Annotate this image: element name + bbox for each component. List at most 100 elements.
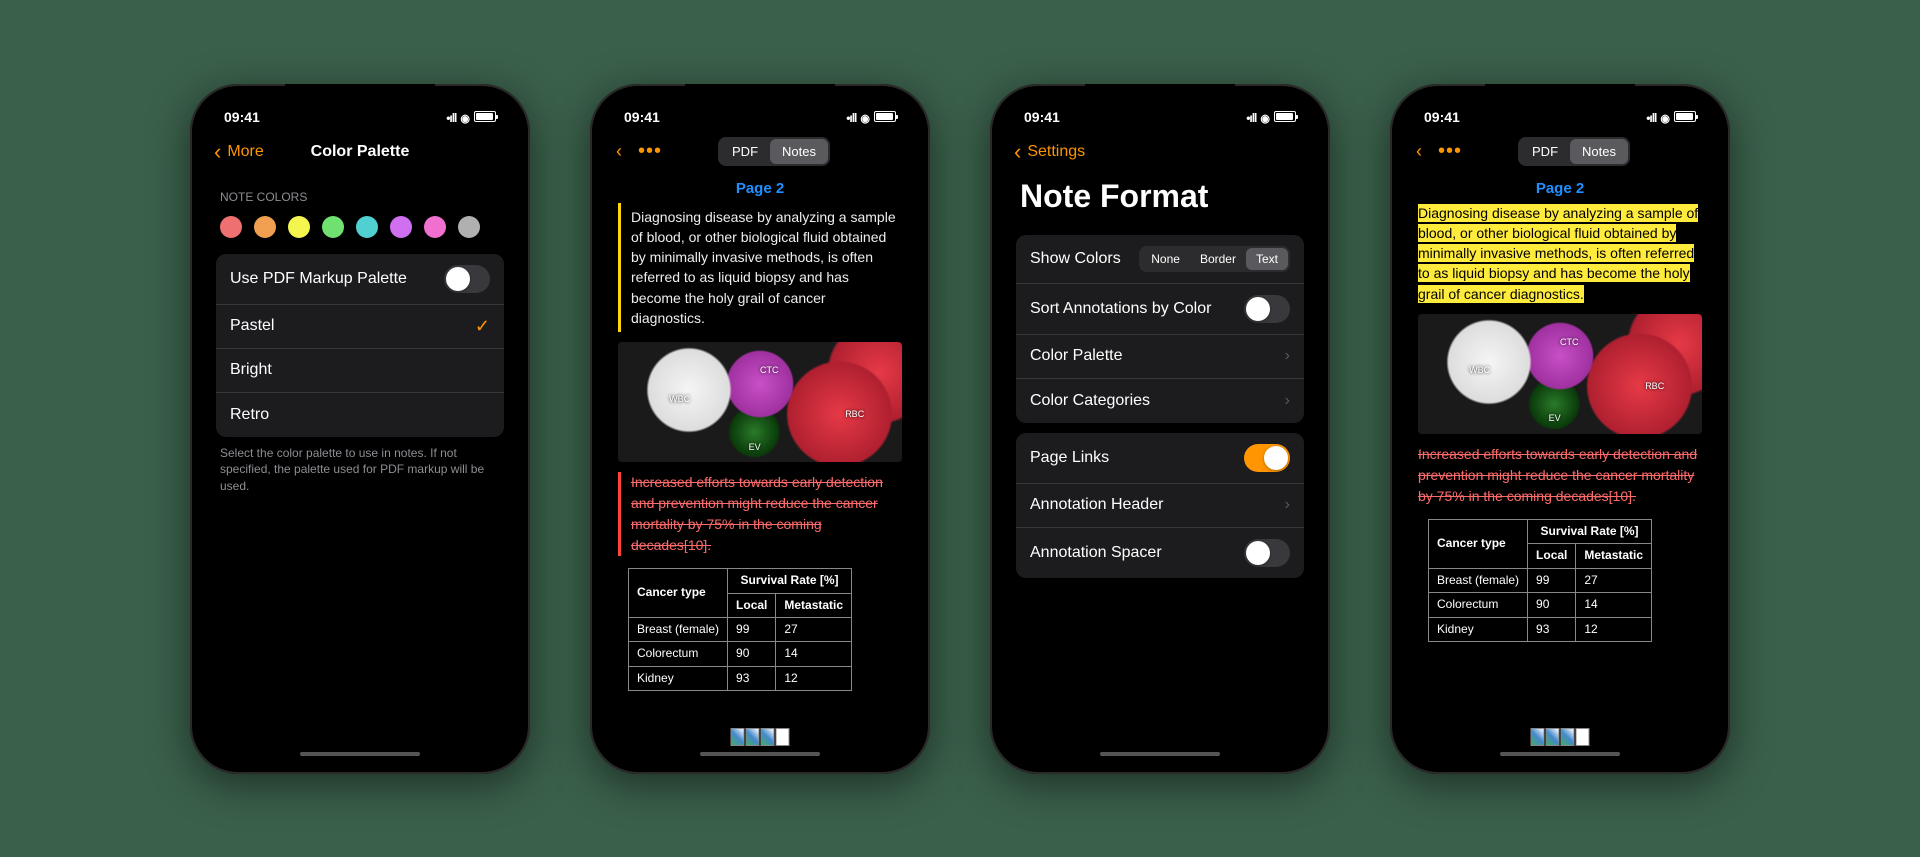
home-indicator[interactable] (1500, 752, 1620, 756)
page-thumbnails[interactable] (1531, 728, 1590, 746)
segment-notes[interactable]: Notes (1570, 139, 1628, 164)
toggle-sort[interactable] (1244, 295, 1290, 323)
phone-color-palette: 09:41 ‹ More Color Palette NOTE COLORS (190, 84, 530, 774)
strikeout-annotation[interactable]: Increased efforts towards early detectio… (618, 472, 902, 556)
cell-color-categories[interactable]: Color Categories › (1016, 379, 1304, 423)
cell-color-palette[interactable]: Color Palette › (1016, 335, 1304, 379)
cell-page-links[interactable]: Page Links (1016, 433, 1304, 484)
home-indicator[interactable] (1100, 752, 1220, 756)
seg-none[interactable]: None (1141, 248, 1190, 270)
highlight-annotation-border[interactable]: Diagnosing disease by analyzing a sample… (618, 203, 902, 333)
cell-label: Show Colors (1030, 250, 1121, 268)
img-label-ctc: CTC (760, 364, 779, 377)
th-survival: Survival Rate [%] (728, 569, 852, 593)
status-time: 09:41 (224, 109, 260, 125)
note-body: Diagnosing disease by analyzing a sample… (602, 203, 918, 692)
nav-bar: ‹ More Color Palette (202, 130, 518, 174)
page-thumbnails[interactable] (731, 728, 790, 746)
img-label-wbc: WBC (669, 393, 690, 406)
swatch-pink[interactable] (424, 216, 446, 238)
more-icon[interactable]: ••• (638, 140, 662, 163)
cell-annotation-header[interactable]: Annotation Header › (1016, 484, 1304, 528)
color-settings-group: Show Colors None Border Text Sort Annota… (1016, 235, 1304, 423)
cell-retro[interactable]: Retro (216, 393, 504, 437)
img-label-rbc: RBC (845, 408, 864, 421)
view-segment[interactable]: PDF Notes (718, 137, 830, 166)
back-chevron-icon[interactable]: ‹ (1416, 141, 1422, 162)
home-indicator[interactable] (700, 752, 820, 756)
view-segment[interactable]: PDF Notes (1518, 137, 1630, 166)
phone-note-format: 09:41 ‹ Settings Note Format Show Colors… (990, 84, 1330, 774)
note-body: Diagnosing disease by analyzing a sample… (1402, 203, 1718, 642)
toggle-use-markup[interactable] (444, 265, 490, 293)
chevron-right-icon: › (1285, 347, 1290, 365)
table-row: Breast (female)9927 (629, 618, 852, 642)
swatch-yellow[interactable] (288, 216, 310, 238)
show-colors-segment[interactable]: None Border Text (1139, 246, 1290, 272)
page-link[interactable]: Page 2 (602, 174, 918, 203)
figure-image[interactable]: WBC CTC RBC EV (1418, 314, 1702, 434)
back-button[interactable]: Settings (1027, 143, 1085, 161)
wifi-icon (1660, 109, 1670, 125)
strikeout-text: Increased efforts towards early detectio… (1418, 444, 1702, 507)
table-row: Kidney9312 (629, 666, 852, 690)
cell-label: Page Links (1030, 449, 1109, 467)
chevron-right-icon: › (1285, 392, 1290, 410)
cell-label: Color Categories (1030, 392, 1150, 410)
back-chevron-icon[interactable]: ‹ (214, 139, 221, 165)
wifi-icon (1260, 109, 1270, 125)
strikeout-annotation[interactable]: Increased efforts towards early detectio… (1418, 444, 1702, 507)
cell-sort-annotations[interactable]: Sort Annotations by Color (1016, 284, 1304, 335)
cell-bright[interactable]: Bright (216, 349, 504, 393)
img-label-rbc: RBC (1645, 380, 1664, 393)
segment-pdf[interactable]: PDF (1520, 139, 1570, 164)
signal-icon (1246, 109, 1256, 125)
figure-image[interactable]: WBC CTC RBC EV (618, 342, 902, 462)
swatch-red[interactable] (220, 216, 242, 238)
swatch-orange[interactable] (254, 216, 276, 238)
th-cancer-type: Cancer type (1429, 519, 1528, 568)
nav-bar: ‹ Settings (1002, 130, 1318, 174)
back-chevron-icon[interactable]: ‹ (616, 141, 622, 162)
section-footer: Select the color palette to use in notes… (216, 437, 504, 503)
more-icon[interactable]: ••• (1438, 140, 1462, 163)
page-link[interactable]: Page 2 (1402, 174, 1718, 203)
table-row: Colorectum9014 (629, 642, 852, 666)
th-local: Local (1528, 544, 1576, 568)
toggle-page-links[interactable] (1244, 444, 1290, 472)
status-time: 09:41 (1024, 109, 1060, 125)
color-swatch-row (216, 210, 504, 244)
survival-table: Cancer typeSurvival Rate [%] LocalMetast… (628, 568, 852, 691)
cell-use-markup-palette[interactable]: Use PDF Markup Palette (216, 254, 504, 305)
home-indicator[interactable] (300, 752, 420, 756)
segment-pdf[interactable]: PDF (720, 139, 770, 164)
palette-options-group: Use PDF Markup Palette Pastel ✓ Bright R… (216, 254, 504, 437)
battery-icon (1274, 111, 1296, 122)
toggle-spacer[interactable] (1244, 539, 1290, 567)
swatch-purple[interactable] (390, 216, 412, 238)
img-label-ev: EV (1549, 412, 1561, 425)
cell-pastel[interactable]: Pastel ✓ (216, 305, 504, 349)
seg-border[interactable]: Border (1190, 248, 1246, 270)
cell-show-colors: Show Colors None Border Text (1016, 235, 1304, 284)
signal-icon (446, 109, 456, 125)
cell-label: Annotation Spacer (1030, 544, 1162, 562)
swatch-gray[interactable] (458, 216, 480, 238)
swatch-cyan[interactable] (356, 216, 378, 238)
seg-text[interactable]: Text (1246, 248, 1288, 270)
back-button[interactable]: More (227, 143, 263, 161)
img-label-ctc: CTC (1560, 336, 1579, 349)
signal-icon (846, 109, 856, 125)
cell-annotation-spacer[interactable]: Annotation Spacer (1016, 528, 1304, 578)
swatch-green[interactable] (322, 216, 344, 238)
chevron-right-icon: › (1285, 496, 1290, 514)
back-chevron-icon[interactable]: ‹ (1014, 139, 1021, 165)
cell-label: Pastel (230, 317, 274, 335)
cell-label: Use PDF Markup Palette (230, 270, 407, 288)
segment-notes[interactable]: Notes (770, 139, 828, 164)
cell-label: Bright (230, 361, 272, 379)
cell-label: Retro (230, 406, 269, 424)
highlight-annotation-text[interactable]: Diagnosing disease by analyzing a sample… (1418, 203, 1702, 304)
phone-notes-border: 09:41 ‹ ••• PDF Notes Page 2 Diagnosing … (590, 84, 930, 774)
table-row: Colorectum9014 (1429, 593, 1652, 617)
